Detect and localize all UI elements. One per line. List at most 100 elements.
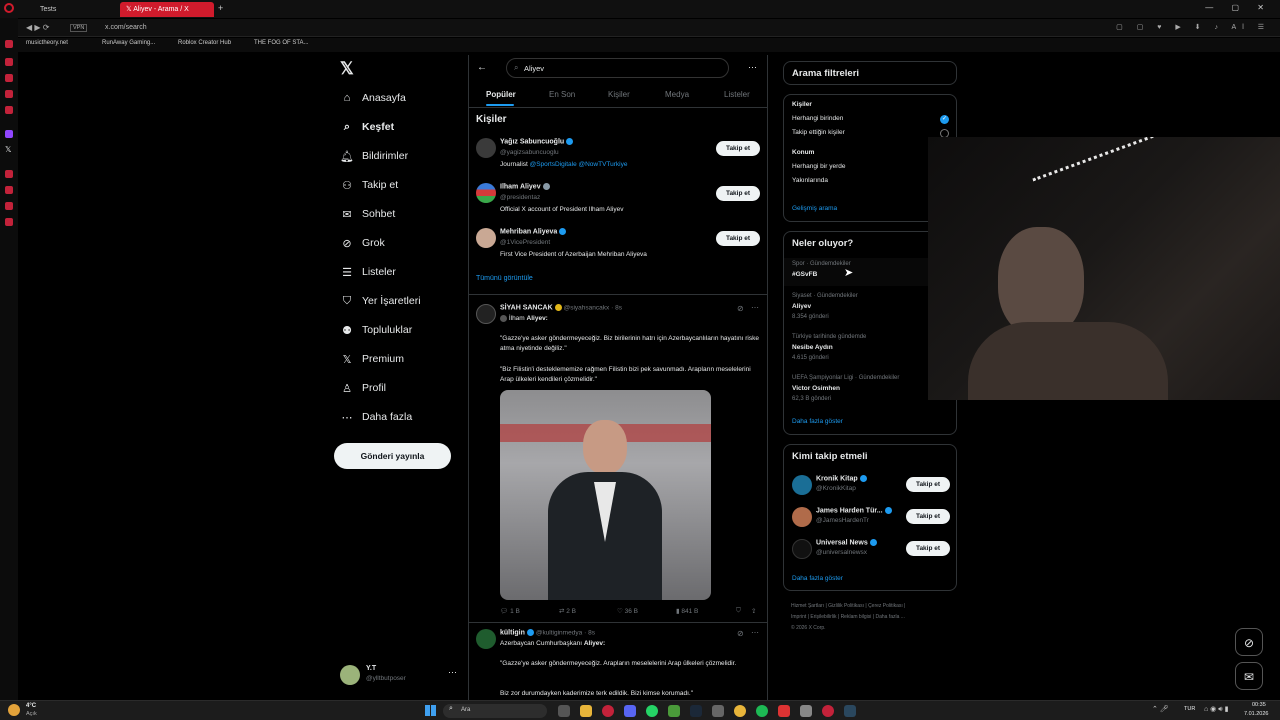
tab-people[interactable]: Kişiler — [608, 90, 630, 99]
url-field[interactable]: x.com/search — [105, 24, 147, 31]
sidebar-item-profile[interactable]: ♙ Profil — [340, 377, 386, 399]
footer-link[interactable]: Erişilebilirlik — [810, 614, 836, 620]
tab-latest[interactable]: En Son — [549, 90, 575, 99]
toolbar-icons[interactable]: ▢ ▢ ♥ ▶ ⬇ ♪ Al ☰ — [1116, 23, 1270, 31]
clock-time[interactable]: 00:35 — [1252, 702, 1266, 708]
repost-button[interactable]: ⇄ 2 B — [559, 607, 576, 615]
reply-button[interactable]: 💬︎ 1 B — [500, 607, 520, 615]
tab-lists[interactable]: Listeler — [724, 90, 750, 99]
tweet[interactable]: kültigin @kultiginmedya · 8s ⊘ ⋯ Azerbay… — [469, 623, 767, 700]
discord-icon[interactable] — [624, 705, 636, 717]
footer-link[interactable]: Çerez Politikası — [868, 603, 903, 609]
sidebar-item-communities[interactable]: ⚉ Topluluklar — [340, 319, 412, 341]
sidebar-item-more[interactable]: ⋯ Daha fazla — [340, 406, 413, 428]
sidebar-item-lists[interactable]: ☰ Listeler — [340, 261, 396, 283]
app-icon[interactable] — [712, 705, 724, 717]
app-icon[interactable] — [800, 705, 812, 717]
show-more-link[interactable]: Daha fazla göster — [792, 418, 843, 425]
bookmark-item[interactable]: THE FOG OF STA... — [254, 40, 309, 46]
tab-popular[interactable]: Popüler — [486, 90, 516, 99]
tab-media[interactable]: Medya — [665, 90, 689, 99]
language-indicator[interactable]: TUR — [1184, 706, 1195, 712]
tray-icons[interactable]: ⌃ 🎤︎ — [1152, 705, 1169, 713]
steam-icon[interactable] — [844, 705, 856, 717]
more-icon[interactable]: ⋯ — [448, 667, 457, 678]
grok-floating-button[interactable]: ⊘ — [1235, 628, 1263, 656]
sidebar-item-bookmarks[interactable]: ⛉ Yer İşaretleri — [340, 290, 421, 312]
back-arrow-icon[interactable]: ← — [477, 62, 487, 73]
filter-option[interactable]: Yakınlarında — [792, 177, 828, 184]
radio-checked-icon[interactable]: ✓ — [940, 115, 949, 124]
like-button[interactable]: ♡ 36 B — [617, 607, 638, 615]
account-switcher[interactable]: Y.T @ylltbutposer ⋯ — [340, 663, 462, 687]
weather-icon[interactable] — [8, 704, 20, 716]
show-all-link[interactable]: Tümünü görüntüle — [476, 275, 533, 282]
opera-gx-icon[interactable] — [822, 705, 834, 717]
sidebar-item-chat[interactable]: ✉ Sohbet — [340, 203, 395, 225]
sidebar-app-icon[interactable] — [5, 218, 13, 226]
bio-links[interactable]: @SportsDigitale @NowTVTurkiye — [530, 161, 628, 168]
post-button[interactable]: Gönderi yayınla — [334, 443, 451, 469]
sidebar-app-icon[interactable] — [5, 202, 13, 210]
tweet-image[interactable] — [500, 390, 711, 600]
bookmark-item[interactable]: Roblox Creator Hub — [178, 40, 231, 46]
app-icon[interactable] — [778, 705, 790, 717]
file-explorer-icon[interactable] — [580, 705, 592, 717]
bookmark-icon[interactable]: ⛉ — [736, 607, 741, 615]
suggestion-item[interactable]: Kronik Kitap @KronikKitap Takip et — [784, 471, 956, 501]
sidebar-app-icon[interactable] — [5, 170, 13, 178]
filter-option[interactable]: Herhangi birinden — [792, 115, 843, 122]
person-card[interactable]: Ilham Aliyev @presidentaz Official X acc… — [476, 182, 766, 226]
sidebar-app-icon[interactable] — [5, 186, 13, 194]
sidebar-item-follow[interactable]: ⚇ Takip et — [340, 174, 398, 196]
steam-icon[interactable] — [690, 705, 702, 717]
tweet[interactable]: SİYAH SANCAK @siyahsancakx · 8s ⊘ ⋯ İlha… — [469, 296, 767, 622]
views-button[interactable]: ▮ 841 B — [676, 607, 698, 615]
bookmark-item[interactable]: musictheory.net — [26, 40, 68, 46]
suggestion-item[interactable]: James Harden Tür... @JamesHardenTr Takip… — [784, 503, 956, 533]
vpn-badge[interactable]: VPN — [70, 24, 88, 32]
more-icon[interactable]: ⋯ — [748, 62, 757, 73]
footer-link[interactable]: Hizmet Şartları — [791, 603, 824, 609]
more-icon[interactable]: ⋯ — [751, 628, 759, 637]
opera-logo-icon[interactable] — [4, 3, 14, 13]
twitch-icon[interactable] — [5, 130, 13, 138]
filter-option[interactable]: Herhangi bir yerde — [792, 163, 845, 170]
share-icon[interactable]: ⇪ — [751, 607, 756, 615]
search-input[interactable]: ⌕ Aliyev — [506, 58, 729, 78]
opera-gx-icon[interactable] — [602, 705, 614, 717]
sidebar-item-notifications[interactable]: 🔔︎ Bildirimler — [340, 145, 408, 167]
tab-search[interactable]: 𝕏 Aliyev - Arama / X — [120, 2, 214, 17]
person-card[interactable]: Yağız Sabuncuoğlu @yagizsabuncuoglu Jour… — [476, 137, 766, 181]
more-icon[interactable]: ⋯ — [751, 303, 759, 312]
sidebar-app-icon[interactable] — [5, 40, 13, 48]
chrome-icon[interactable] — [734, 705, 746, 717]
sidebar-app-icon[interactable] — [5, 106, 13, 114]
sidebar-item-explore[interactable]: ⌕ Keşfet — [340, 116, 394, 138]
show-more-link[interactable]: Daha fazla göster — [792, 575, 843, 582]
sidebar-item-home[interactable]: ⌂ Anasayfa — [340, 87, 406, 109]
x-icon[interactable]: 𝕏 — [5, 145, 11, 154]
follow-button[interactable]: Takip et — [906, 477, 950, 492]
tab-tests[interactable]: Tests — [22, 2, 118, 17]
sidebar-app-icon[interactable] — [5, 74, 13, 82]
grok-icon[interactable]: ⊘ — [737, 304, 744, 313]
follow-button[interactable]: Takip et — [906, 509, 950, 524]
window-controls[interactable]: — ▢ ✕ — [1205, 3, 1272, 12]
person-card[interactable]: Mehriban Aliyeva @1VicePresident First V… — [476, 227, 766, 271]
suggestion-item[interactable]: Universal News @universalnewsx Takip et — [784, 535, 956, 565]
sidebar-item-grok[interactable]: ⊘ Grok — [340, 232, 384, 254]
clock-date[interactable]: 7.01.2026 — [1244, 711, 1268, 717]
back-icon[interactable]: ◀ ▶ ⟳ — [26, 23, 49, 32]
new-tab-button[interactable]: + — [218, 3, 223, 13]
grok-icon[interactable]: ⊘ — [737, 629, 744, 638]
follow-button[interactable]: Takip et — [906, 541, 950, 556]
taskbar-search[interactable]: ⌕ Ara — [443, 704, 547, 718]
messages-floating-button[interactable]: ✉ — [1235, 662, 1263, 690]
follow-button[interactable]: Takip et — [716, 186, 760, 201]
windows-start-icon[interactable] — [425, 705, 436, 716]
footer-link[interactable]: Gizlilik Politikası — [828, 603, 864, 609]
bookmark-item[interactable]: RunAway Gaming... — [102, 40, 155, 46]
follow-button[interactable]: Takip et — [716, 141, 760, 156]
footer-link[interactable]: Reklam bilgisi — [841, 614, 872, 620]
